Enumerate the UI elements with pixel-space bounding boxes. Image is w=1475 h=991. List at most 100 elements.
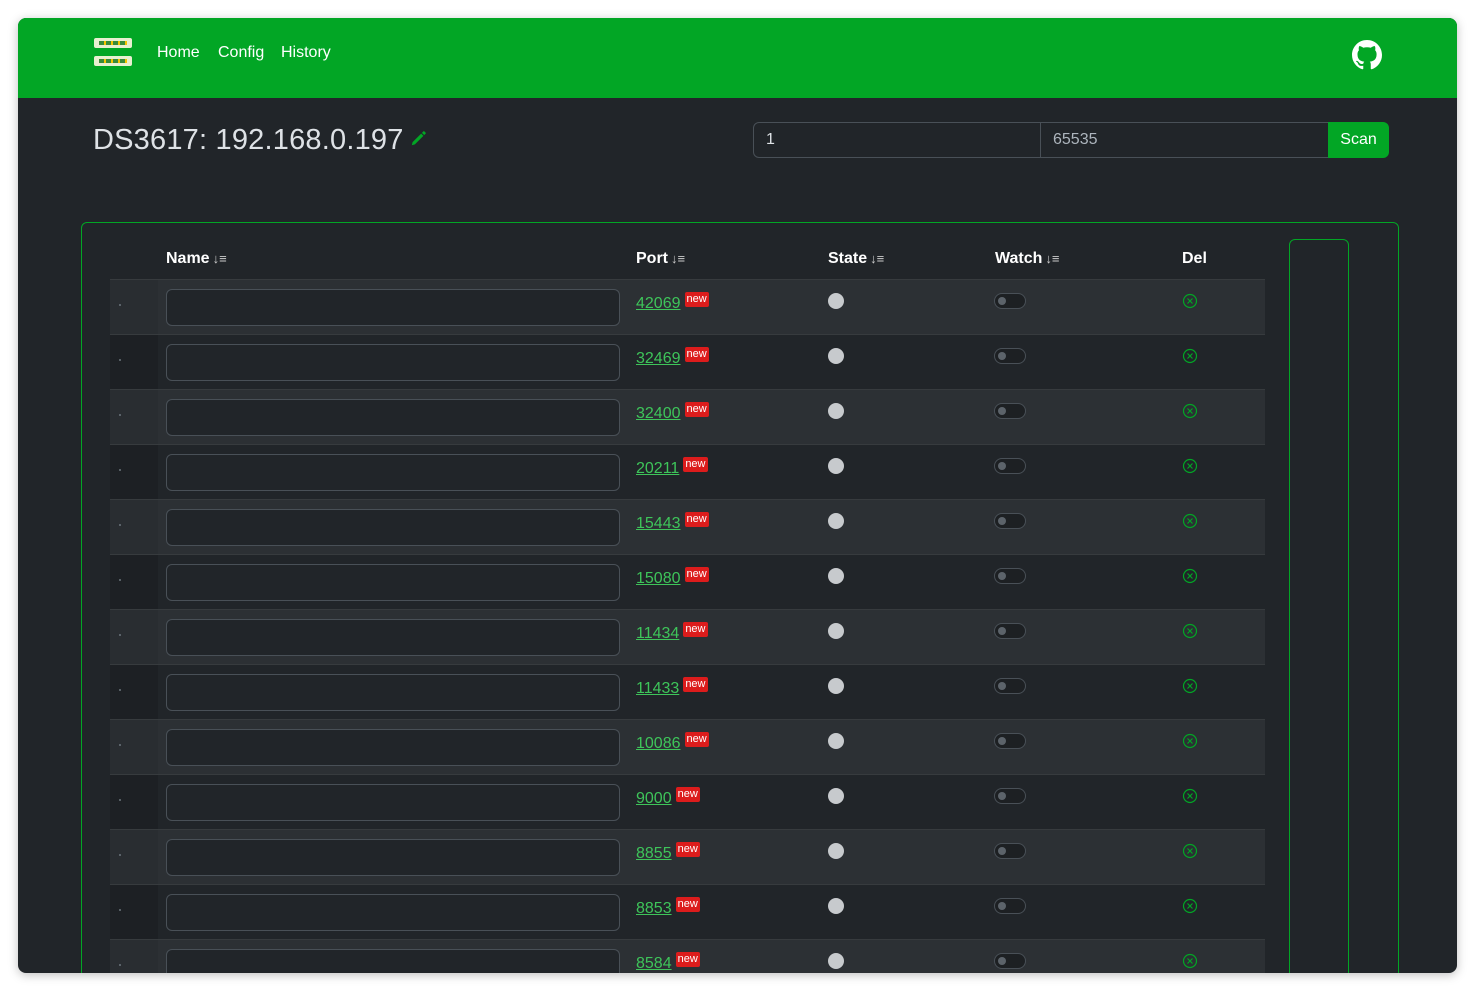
nav-history-link[interactable]: History xyxy=(281,43,331,63)
port-link[interactable]: 8853 new xyxy=(636,897,700,919)
port-link[interactable]: 32469 new xyxy=(636,347,709,369)
row-handle xyxy=(110,445,158,499)
circle-x-icon[interactable] xyxy=(1182,898,1198,914)
watch-toggle[interactable] xyxy=(994,293,1026,309)
port-link[interactable]: 15080 new xyxy=(636,567,709,589)
circle-x-icon[interactable] xyxy=(1182,733,1198,749)
sort-icon: ↓≡ xyxy=(1045,251,1060,266)
column-header-port[interactable]: Port ↓≡ xyxy=(636,249,685,269)
github-icon[interactable] xyxy=(1352,40,1382,70)
state-indicator xyxy=(828,348,844,364)
watch-toggle[interactable] xyxy=(994,678,1026,694)
scan-button[interactable]: Scan xyxy=(1328,122,1389,158)
watch-toggle[interactable] xyxy=(994,568,1026,584)
port-name-input[interactable] xyxy=(166,674,620,711)
port-name-input[interactable] xyxy=(166,509,620,546)
toggle-knob xyxy=(998,352,1006,360)
row-marker xyxy=(119,524,121,526)
circle-x-icon[interactable] xyxy=(1182,293,1198,309)
port-name-input[interactable] xyxy=(166,894,620,931)
port-name-input[interactable] xyxy=(166,784,620,821)
table-row: 8855 new xyxy=(110,829,1265,884)
circle-x-icon[interactable] xyxy=(1182,513,1198,529)
watch-toggle[interactable] xyxy=(994,623,1026,639)
port-link[interactable]: 11434 new xyxy=(636,622,708,644)
port-link[interactable]: 11433 new xyxy=(636,677,708,699)
port-name-input[interactable] xyxy=(166,839,620,876)
port-link[interactable]: 20211 new xyxy=(636,457,708,479)
circle-x-icon[interactable] xyxy=(1182,623,1198,639)
port-link[interactable]: 8855 new xyxy=(636,842,700,864)
circle-x-icon[interactable] xyxy=(1182,678,1198,694)
watch-toggle[interactable] xyxy=(994,348,1026,364)
new-badge: new xyxy=(683,677,708,692)
circle-x-icon[interactable] xyxy=(1182,953,1198,969)
toggle-knob xyxy=(998,462,1006,470)
port-number: 8853 xyxy=(636,900,672,917)
toggle-knob xyxy=(998,682,1006,690)
port-name-input[interactable] xyxy=(166,949,620,973)
row-marker xyxy=(119,744,121,746)
toggle-knob xyxy=(998,407,1006,415)
state-indicator xyxy=(828,843,844,859)
port-link[interactable]: 10086 new xyxy=(636,732,709,754)
watch-toggle[interactable] xyxy=(994,788,1026,804)
circle-x-icon[interactable] xyxy=(1182,843,1198,859)
toggle-knob xyxy=(998,792,1006,800)
circle-x-icon[interactable] xyxy=(1182,788,1198,804)
port-name-input[interactable] xyxy=(166,399,620,436)
circle-x-icon[interactable] xyxy=(1182,403,1198,419)
watch-toggle[interactable] xyxy=(994,953,1026,969)
circle-x-icon[interactable] xyxy=(1182,458,1198,474)
port-number: 15443 xyxy=(636,515,681,532)
port-name-input[interactable] xyxy=(166,344,620,381)
start-port-input[interactable] xyxy=(753,122,1041,158)
row-marker xyxy=(119,799,121,801)
row-handle xyxy=(110,280,158,334)
watch-toggle[interactable] xyxy=(994,403,1026,419)
watch-toggle[interactable] xyxy=(994,458,1026,474)
navbar: Home Config History xyxy=(18,18,1457,98)
column-header-watch-label: Watch xyxy=(995,250,1043,267)
column-header-state[interactable]: State ↓≡ xyxy=(828,249,884,269)
port-link[interactable]: 15443 new xyxy=(636,512,709,534)
watch-toggle[interactable] xyxy=(994,843,1026,859)
port-link[interactable]: 42069 new xyxy=(636,292,709,314)
table-row: 15443 new xyxy=(110,499,1265,554)
port-link[interactable]: 32400 new xyxy=(636,402,709,424)
table-row: 20211 new xyxy=(110,444,1265,499)
row-handle xyxy=(110,335,158,389)
column-header-watch[interactable]: Watch ↓≡ xyxy=(995,249,1060,269)
port-name-input[interactable] xyxy=(166,729,620,766)
column-header-name[interactable]: Name ↓≡ xyxy=(166,249,227,269)
new-badge: new xyxy=(684,402,709,417)
end-port-input[interactable] xyxy=(1040,122,1329,158)
table-row: 8584 new xyxy=(110,939,1265,973)
circle-x-icon[interactable] xyxy=(1182,348,1198,364)
watch-toggle[interactable] xyxy=(994,733,1026,749)
port-link[interactable]: 8584 new xyxy=(636,952,700,973)
row-handle xyxy=(110,390,158,444)
port-name-input[interactable] xyxy=(166,564,620,601)
sort-icon: ↓≡ xyxy=(212,251,227,266)
port-link[interactable]: 9000 new xyxy=(636,787,700,809)
watch-toggle[interactable] xyxy=(994,898,1026,914)
state-indicator xyxy=(828,513,844,529)
nav-config-link[interactable]: Config xyxy=(218,43,264,63)
toggle-knob xyxy=(998,847,1006,855)
row-handle xyxy=(110,610,158,664)
column-header-state-label: State xyxy=(828,250,868,267)
server-rack-icon[interactable] xyxy=(94,38,132,68)
port-name-input[interactable] xyxy=(166,619,620,656)
new-badge: new xyxy=(675,787,700,802)
circle-x-icon[interactable] xyxy=(1182,568,1198,584)
port-number: 20211 xyxy=(636,460,680,477)
nav-home-link[interactable]: Home xyxy=(157,43,200,63)
column-header-port-label: Port xyxy=(636,250,668,267)
row-handle xyxy=(110,830,158,884)
port-name-input[interactable] xyxy=(166,289,620,326)
port-name-input[interactable] xyxy=(166,454,620,491)
pencil-icon[interactable] xyxy=(409,130,427,148)
new-badge: new xyxy=(684,347,709,362)
watch-toggle[interactable] xyxy=(994,513,1026,529)
